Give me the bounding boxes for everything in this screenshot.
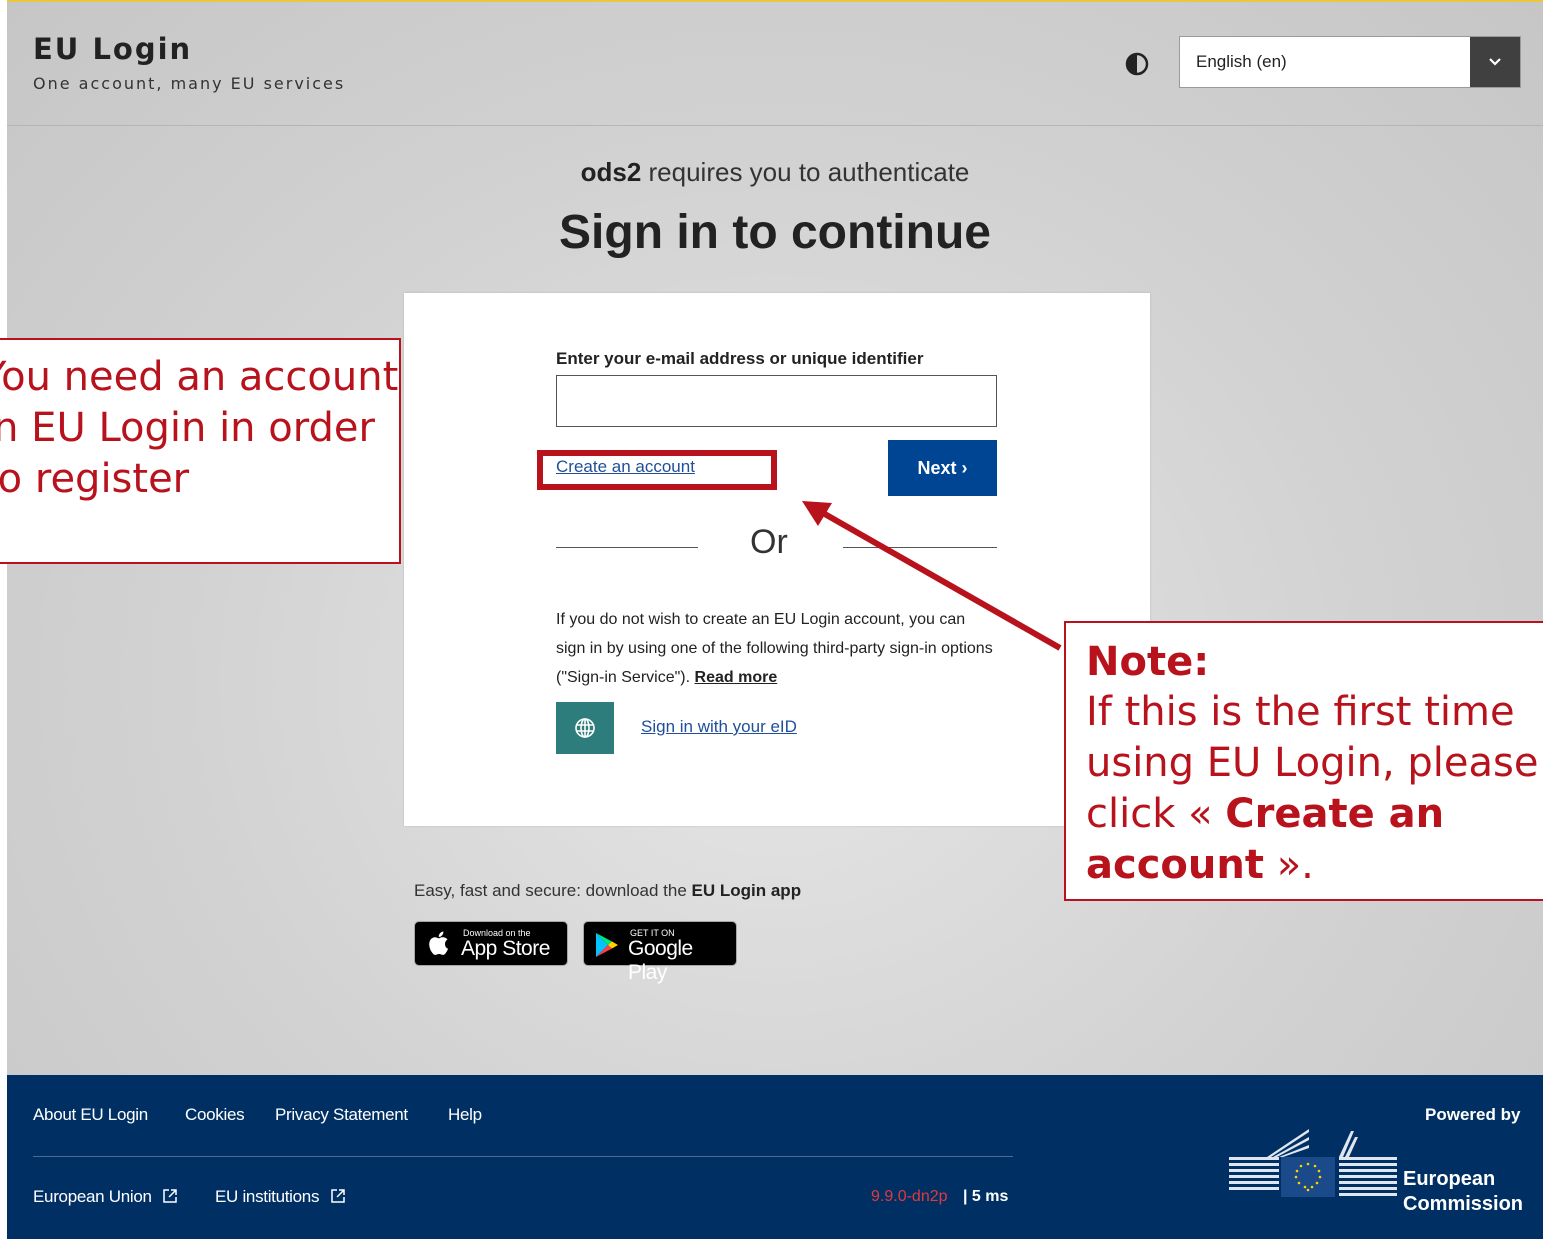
ec-line-1: European <box>1403 1168 1496 1190</box>
page: EU Login One account, many EU services E… <box>7 0 1543 1239</box>
app-promo-text: Easy, fast and secure: download the EU L… <box>414 881 801 901</box>
version-text: 9.9.0-dn2p <box>871 1188 948 1205</box>
next-button[interactable]: Next › <box>888 440 997 496</box>
footer-link-cookies[interactable]: Cookies <box>185 1105 245 1125</box>
footer-link-privacy[interactable]: Privacy Statement <box>275 1105 408 1125</box>
app-store-big-text: App Store <box>461 937 550 960</box>
chevron-down-icon[interactable] <box>1470 37 1520 87</box>
third-party-text: If you do not wish to create an EU Login… <box>556 605 996 692</box>
google-play-icon <box>596 933 618 957</box>
globe-icon[interactable] <box>556 702 614 754</box>
note-title: Note: <box>1086 639 1210 685</box>
eu-institutions-label: EU institutions <box>215 1187 320 1206</box>
divider-right <box>843 547 997 548</box>
eid-signin-link[interactable]: Sign in with your eID <box>641 717 797 737</box>
create-account-highlight <box>537 450 777 490</box>
powered-by-label: Powered by <box>1425 1105 1521 1124</box>
login-card: Enter your e-mail address or unique iden… <box>404 293 1150 826</box>
chevron-right-icon: › <box>961 457 968 478</box>
left-annotation-text: You need an account in EU Login in order… <box>0 354 399 502</box>
header: EU Login One account, many EU services E… <box>7 2 1543 126</box>
european-union-label: European Union <box>33 1187 152 1206</box>
apple-icon <box>429 931 448 955</box>
note-body-suffix: ». <box>1276 842 1314 888</box>
email-label: Enter your e-mail address or unique iden… <box>556 349 924 368</box>
requesting-app: ods2 <box>580 157 642 187</box>
requires-message: requires you to authenticate <box>648 157 970 187</box>
contrast-toggle-icon[interactable] <box>1125 52 1149 76</box>
footer: About EU Login Cookies Privacy Statement… <box>7 1075 1543 1239</box>
email-field[interactable] <box>556 375 997 427</box>
or-separator: Or <box>750 523 788 561</box>
ec-line-2: Commission <box>1403 1193 1524 1215</box>
language-select[interactable]: English (en) <box>1179 36 1521 88</box>
external-link-icon <box>163 1189 177 1203</box>
external-link-icon <box>330 1189 345 1203</box>
next-label: Next <box>917 457 957 478</box>
timing-text: | 5 ms <box>963 1188 1009 1205</box>
footer-link-eu-institutions[interactable]: EU institutions <box>215 1187 346 1207</box>
footer-link-european-union[interactable]: European Union <box>33 1187 178 1207</box>
read-more-link[interactable]: Read more <box>695 669 778 686</box>
app-subtitle: One account, many EU services <box>33 74 346 93</box>
note-body: If this is the first time using EU Login… <box>1086 687 1543 891</box>
footer-link-help[interactable]: Help <box>448 1105 482 1125</box>
app-promo-name: EU Login app <box>691 881 802 900</box>
note-callout: Note: If this is the first time using EU… <box>1064 621 1543 901</box>
footer-link-about[interactable]: About EU Login <box>33 1105 148 1125</box>
footer-divider <box>33 1156 1013 1157</box>
language-value: English (en) <box>1196 52 1287 71</box>
divider-left <box>556 547 698 548</box>
google-play-big-text: Google Play <box>628 937 693 984</box>
page-title: Sign in to continue <box>559 206 991 259</box>
left-annotation-callout: You need an account in EU Login in order… <box>0 338 401 564</box>
requires-auth-text: ods2 requires you to authenticate <box>7 157 1543 188</box>
app-promo-prefix: Easy, fast and secure: download the <box>414 881 687 900</box>
app-title: EU Login <box>33 32 193 66</box>
google-play-badge[interactable]: GET IT ON Google Play <box>583 921 737 984</box>
european-commission-text: European Commission <box>1403 1167 1523 1217</box>
app-store-badge[interactable]: Download on the App Store <box>414 921 568 966</box>
